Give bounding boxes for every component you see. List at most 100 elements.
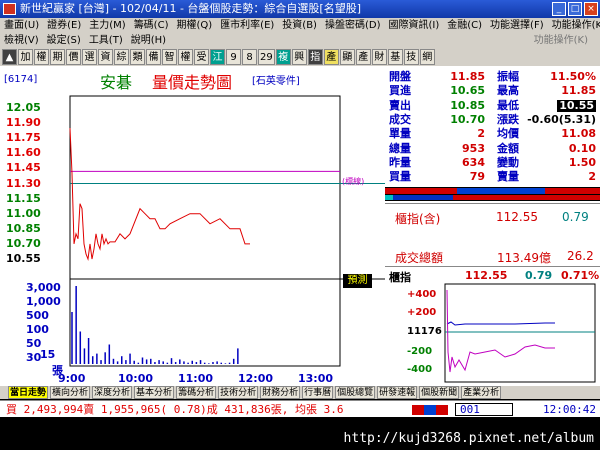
toolbar-button-8[interactable]: 類: [130, 49, 145, 65]
menu-item-6[interactable]: 投資(B): [282, 20, 317, 31]
mini-index-value: 112.55: [465, 269, 508, 282]
tab-4[interactable]: 籌碼分析: [176, 386, 217, 399]
quote-panel: 開盤 11.85 振幅 11.50% 買進 10.65 最高 11.85 賣出 10.85 最低 10…: [385, 66, 600, 386]
toolbar-button-12[interactable]: 受: [194, 49, 209, 65]
price-volume-chart-panel: [6174] 安碁 量價走勢圖 [石英零件] 12.05 11.90 11.75 11…: [0, 66, 385, 386]
turnover-change: 26.2: [567, 249, 594, 263]
toolbar-button-1[interactable]: 加: [18, 49, 33, 65]
quote-label: 昨量: [389, 156, 411, 169]
toolbar-button-20[interactable]: 產: [323, 49, 339, 65]
turnover-value: 113.49億: [497, 251, 551, 265]
mini-index-pct: 0.71%: [561, 269, 600, 282]
toolbar-button-24[interactable]: 基: [387, 49, 403, 65]
menu-item-11[interactable]: 功能操作(K): [552, 20, 600, 31]
ticker-input[interactable]: 001: [455, 403, 513, 416]
menu-item-10[interactable]: 功能選擇(F): [490, 20, 544, 31]
tab-9[interactable]: 研發速報: [377, 386, 418, 399]
toolbar-button-2[interactable]: 權: [34, 49, 49, 65]
menu-item-4[interactable]: 期權(Q): [176, 20, 212, 31]
mini-index-chart[interactable]: [385, 282, 600, 386]
tab-3[interactable]: 基本分析: [134, 386, 175, 399]
toolbar-button-19[interactable]: 指: [307, 49, 323, 65]
maximize-button[interactable]: □: [568, 2, 582, 16]
mini-index-header: 櫃指 112.55 0.79 0.71%: [385, 266, 600, 284]
quote-label: 賣量: [497, 170, 519, 183]
toolbar-button-7[interactable]: 綜: [114, 49, 129, 65]
toolbar-button-14[interactable]: 9: [226, 49, 241, 65]
tab-8[interactable]: 個股總覽: [335, 386, 376, 399]
toolbar-button-25[interactable]: 技: [403, 49, 419, 65]
toolbar-button-10[interactable]: 智: [162, 49, 177, 65]
window-titlebar: 新世紀贏家 [台灣] - 102/04/11 - 台盤個股走勢：綜合自選股[名望…: [0, 0, 600, 18]
trade-summary: 買 2,493,994賣 1,955,965( 0.78)成 431,836張,…: [6, 403, 344, 416]
menu-item-row2-0[interactable]: 檢視(V): [4, 35, 39, 46]
toolbar-button-15[interactable]: 8: [242, 49, 257, 65]
tab-11[interactable]: 產業分析: [461, 386, 502, 399]
menu-item-function-ops[interactable]: 功能操作(K): [534, 33, 588, 48]
menu-item-row2-3[interactable]: 說明(H): [131, 35, 166, 46]
toolbar-button-22[interactable]: 產: [355, 49, 371, 65]
turnover-label: 成交總額: [395, 251, 444, 265]
quote-value: -0.60(5.31): [527, 113, 596, 126]
index-summary: 櫃指(含) 112.55 0.79 成交總額 113.49億 26.2: [385, 203, 600, 265]
forecast-button[interactable]: 預測: [343, 274, 372, 288]
quote-row-0: 開盤 11.85 振幅 11.50%: [385, 71, 600, 83]
toolbar-button-5[interactable]: 選: [82, 49, 97, 65]
watermark-url: http://kujd3268.pixnet.net/album: [0, 427, 600, 450]
toolbar-button-26[interactable]: 網: [419, 49, 435, 65]
quote-value: 2: [588, 170, 596, 183]
toolbar-button-13[interactable]: 江: [210, 49, 225, 65]
tab-2[interactable]: 深度分析: [92, 386, 133, 399]
index-change: 0.79: [562, 210, 589, 224]
toolbar-button-18[interactable]: 興: [291, 49, 307, 65]
quote-label: 總量: [389, 142, 411, 155]
mini-index-change: 0.79: [525, 269, 553, 282]
toolbar-button-21[interactable]: 顯: [339, 49, 355, 65]
toolbar-button-11[interactable]: 權: [178, 49, 193, 65]
minimize-button[interactable]: _: [552, 2, 566, 16]
status-color-bar: [412, 405, 448, 415]
quote-value: 10.70: [450, 113, 485, 126]
quote-label: 漲跌: [497, 113, 519, 126]
index-label: 櫃指(含): [395, 212, 441, 226]
menu-item-3[interactable]: 籌碼(C): [134, 20, 169, 31]
menu-item-1[interactable]: 證券(E): [47, 20, 81, 31]
tab-7[interactable]: 行事曆: [302, 386, 334, 399]
toolbar-button-4[interactable]: 價: [66, 49, 81, 65]
menu-item-8[interactable]: 國際資訊(I): [388, 20, 439, 31]
tab-6[interactable]: 財務分析: [260, 386, 301, 399]
menu-item-7[interactable]: 操盤密碼(D): [325, 20, 381, 31]
tab-1[interactable]: 橫向分析: [50, 386, 91, 399]
tab-0[interactable]: 當日走勢: [8, 386, 49, 399]
quote-label: 買進: [389, 84, 411, 97]
toolbar-button-9[interactable]: 備: [146, 49, 161, 65]
toolbar-button-23[interactable]: 財: [371, 49, 387, 65]
menu-item-row2-2[interactable]: 工具(T): [89, 35, 123, 46]
quote-row-4: 單量 2 均價 11.08: [385, 128, 600, 140]
price-volume-chart[interactable]: [0, 66, 385, 386]
menu-item-2[interactable]: 主力(M): [89, 20, 125, 31]
toolbar-button-3[interactable]: 期: [50, 49, 65, 65]
quote-value: 10.65: [450, 84, 485, 97]
mini-blue-line: [446, 321, 555, 326]
quote-label: 均價: [497, 127, 519, 140]
menu-item-row2-1[interactable]: 設定(S): [47, 35, 81, 46]
quote-value: 953: [462, 142, 485, 155]
quote-value: 11.85: [561, 84, 596, 97]
tab-10[interactable]: 個股新聞: [419, 386, 460, 399]
tab-5[interactable]: 技術分析: [218, 386, 259, 399]
toolbar-button-17[interactable]: 複: [275, 49, 291, 65]
quote-row-7: 買量 79 賣量 2: [385, 171, 600, 183]
menu-item-0[interactable]: 畫面(U): [4, 20, 39, 31]
toolbar-button-0[interactable]: ▲: [2, 49, 17, 65]
toolbar-button-6[interactable]: 資: [98, 49, 113, 65]
close-button[interactable]: ×: [584, 2, 598, 16]
menu-item-9[interactable]: 金融(C): [447, 20, 482, 31]
quote-value: 11.08: [561, 127, 596, 140]
status-bar: 買 2,493,994賣 1,955,965( 0.78)成 431,836張,…: [0, 400, 600, 417]
menu-item-5[interactable]: 匯市利率(E): [220, 20, 274, 31]
toolbar-button-16[interactable]: 29: [258, 49, 275, 65]
quote-value: 1.50: [568, 156, 596, 169]
plot-frame: [69, 95, 341, 367]
quote-label: 開盤: [389, 70, 411, 83]
